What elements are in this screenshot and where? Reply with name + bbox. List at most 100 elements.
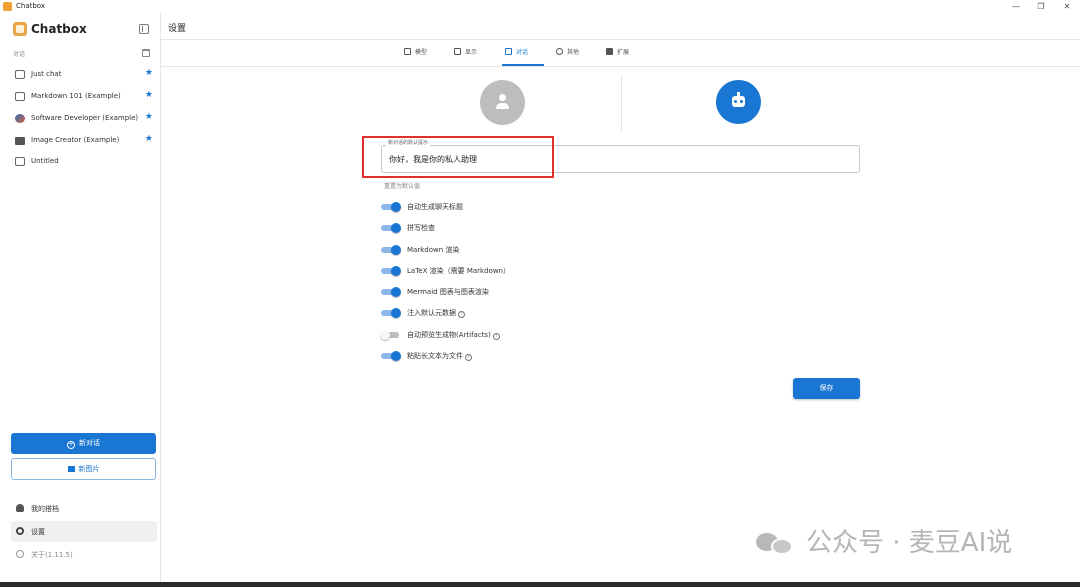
minimize-icon[interactable]: — xyxy=(1004,0,1028,13)
tab-chat[interactable]: 对话 xyxy=(502,40,544,66)
toggle-switch[interactable] xyxy=(381,202,402,212)
toggle-switch[interactable] xyxy=(381,351,402,361)
gear-icon xyxy=(556,48,563,55)
toggle-paste-as-file[interactable]: 粘贴长文本为文件? xyxy=(381,349,681,363)
tab-label: 扩展 xyxy=(617,49,630,56)
app-icon xyxy=(3,2,12,11)
chatbox-logo xyxy=(13,22,27,36)
info-icon xyxy=(16,550,24,558)
trash-icon[interactable] xyxy=(142,49,150,57)
tab-model[interactable]: 模型 xyxy=(404,40,427,66)
toggle-spellcheck[interactable]: 拼写检查 xyxy=(381,221,681,235)
session-label: Software Developer (Example) xyxy=(31,114,139,122)
star-icon[interactable]: ★ xyxy=(145,68,153,78)
section-label-chats: 对话 xyxy=(13,51,26,58)
toggle-label: 粘贴长文本为文件 xyxy=(407,352,463,360)
toggle-inject-metadata[interactable]: 注入默认元数据? xyxy=(381,306,681,320)
my-copilots-item[interactable]: 我的搭档 xyxy=(11,498,157,519)
tab-label: 对话 xyxy=(516,49,529,56)
sidebar-collapse-icon[interactable] xyxy=(139,24,149,34)
about-item[interactable]: 关于(1.11.5) xyxy=(11,544,157,565)
wechat-icon xyxy=(756,530,796,556)
session-item[interactable]: Untitled xyxy=(11,153,157,171)
new-chat-button[interactable]: + 新对话 xyxy=(11,433,156,454)
tab-label: 模型 xyxy=(415,49,428,56)
session-item[interactable]: Markdown 101 (Example) ★ xyxy=(11,88,157,106)
toggle-label: 自动预览生成物(Artifacts) xyxy=(407,331,491,339)
settings-tabs: 模型 显示 对话 其他 扩展 xyxy=(161,40,1080,66)
page-title: 设置 xyxy=(168,24,187,34)
toggle-label: 注入默认元数据 xyxy=(407,309,456,317)
brand-name: Chatbox xyxy=(31,22,87,36)
help-icon[interactable]: ? xyxy=(465,354,472,361)
session-label: Just chat xyxy=(31,70,62,78)
session-item[interactable]: Image Creator (Example) ★ xyxy=(11,132,157,150)
session-label: Markdown 101 (Example) xyxy=(31,92,121,100)
toggle-latex[interactable]: LaTeX 渲染（需要 Markdown） xyxy=(381,264,681,278)
toggle-switch[interactable] xyxy=(380,330,402,340)
help-icon[interactable]: ? xyxy=(458,311,465,318)
toggle-label: 自动生成聊天标题 xyxy=(407,203,463,211)
new-image-button[interactable]: 新图片 xyxy=(11,458,156,480)
tabs-divider xyxy=(161,66,1080,67)
restore-icon[interactable]: ❐ xyxy=(1029,0,1053,13)
about-label: 关于(1.11.5) xyxy=(31,551,73,559)
tab-display[interactable]: 显示 xyxy=(454,40,477,66)
watermark-text: 公众号 · 麦豆AI说 xyxy=(806,528,1013,558)
user-icon xyxy=(499,94,506,101)
assistant-avatar[interactable] xyxy=(716,80,761,124)
display-icon xyxy=(454,48,461,55)
robot-icon xyxy=(732,96,745,107)
new-chat-label: 新对话 xyxy=(79,439,100,447)
toggle-switch[interactable] xyxy=(381,245,402,255)
star-icon[interactable]: ★ xyxy=(145,112,153,122)
chat-bubble-icon xyxy=(15,157,25,166)
model-icon xyxy=(404,48,411,55)
toggle-switch[interactable] xyxy=(381,266,402,276)
help-icon[interactable]: ? xyxy=(492,333,500,340)
window-titlebar: Chatbox — ❐ ✕ xyxy=(0,0,1080,13)
sidebar: Chatbox 对话 Just chat ★ Markdown 101 (Exa… xyxy=(0,13,161,582)
tab-label: 其他 xyxy=(567,49,580,56)
tab-extensions[interactable]: 扩展 xyxy=(606,40,629,66)
user-avatar[interactable] xyxy=(480,80,525,125)
robot-icon xyxy=(16,504,24,512)
chat-bubble-icon xyxy=(15,92,25,101)
session-item[interactable]: Just chat ★ xyxy=(11,66,157,84)
toggle-markdown[interactable]: Markdown 渲染 xyxy=(381,243,681,257)
gear-icon xyxy=(16,527,24,535)
toggle-switch[interactable] xyxy=(381,287,402,297)
toggle-switch[interactable] xyxy=(381,223,402,233)
toggle-label: 拼写检查 xyxy=(407,224,435,232)
star-icon[interactable]: ★ xyxy=(145,134,153,144)
session-label: Untitled xyxy=(31,157,59,165)
puzzle-icon xyxy=(606,48,613,55)
toggle-switch[interactable] xyxy=(381,308,402,318)
toggle-label: LaTeX 渲染（需要 Markdown） xyxy=(407,267,510,275)
star-icon[interactable]: ★ xyxy=(145,90,153,100)
reset-default-link[interactable]: 重置为默认值 xyxy=(384,181,420,190)
session-item[interactable]: Software Developer (Example) ★ xyxy=(11,110,157,128)
avatar-divider xyxy=(621,76,622,131)
save-button[interactable]: 保存 xyxy=(793,378,860,399)
new-image-label: 新图片 xyxy=(78,465,100,473)
chat-icon xyxy=(505,48,512,55)
avatar-icon xyxy=(15,114,25,123)
session-label: Image Creator (Example) xyxy=(31,136,120,144)
close-icon[interactable]: ✕ xyxy=(1055,0,1079,13)
highlight-annotation xyxy=(362,136,554,178)
tab-other[interactable]: 其他 xyxy=(556,40,579,66)
image-icon xyxy=(67,466,75,472)
tab-label: 显示 xyxy=(465,49,478,56)
toggle-label: Mermaid 图表与图表渲染 xyxy=(407,288,489,296)
toggle-artifacts-preview[interactable]: 自动预览生成物(Artifacts)? xyxy=(380,328,681,342)
settings-label: 设置 xyxy=(31,528,45,536)
window-title: Chatbox xyxy=(16,2,46,10)
my-copilots-label: 我的搭档 xyxy=(31,505,59,513)
add-circle-icon: + xyxy=(67,441,75,449)
chat-bubble-icon xyxy=(15,70,25,79)
settings-item[interactable]: 设置 xyxy=(11,521,157,542)
toggle-auto-title[interactable]: 自动生成聊天标题 xyxy=(381,200,681,214)
taskbar xyxy=(0,582,1080,587)
toggle-mermaid[interactable]: Mermaid 图表与图表渲染 xyxy=(381,285,681,299)
